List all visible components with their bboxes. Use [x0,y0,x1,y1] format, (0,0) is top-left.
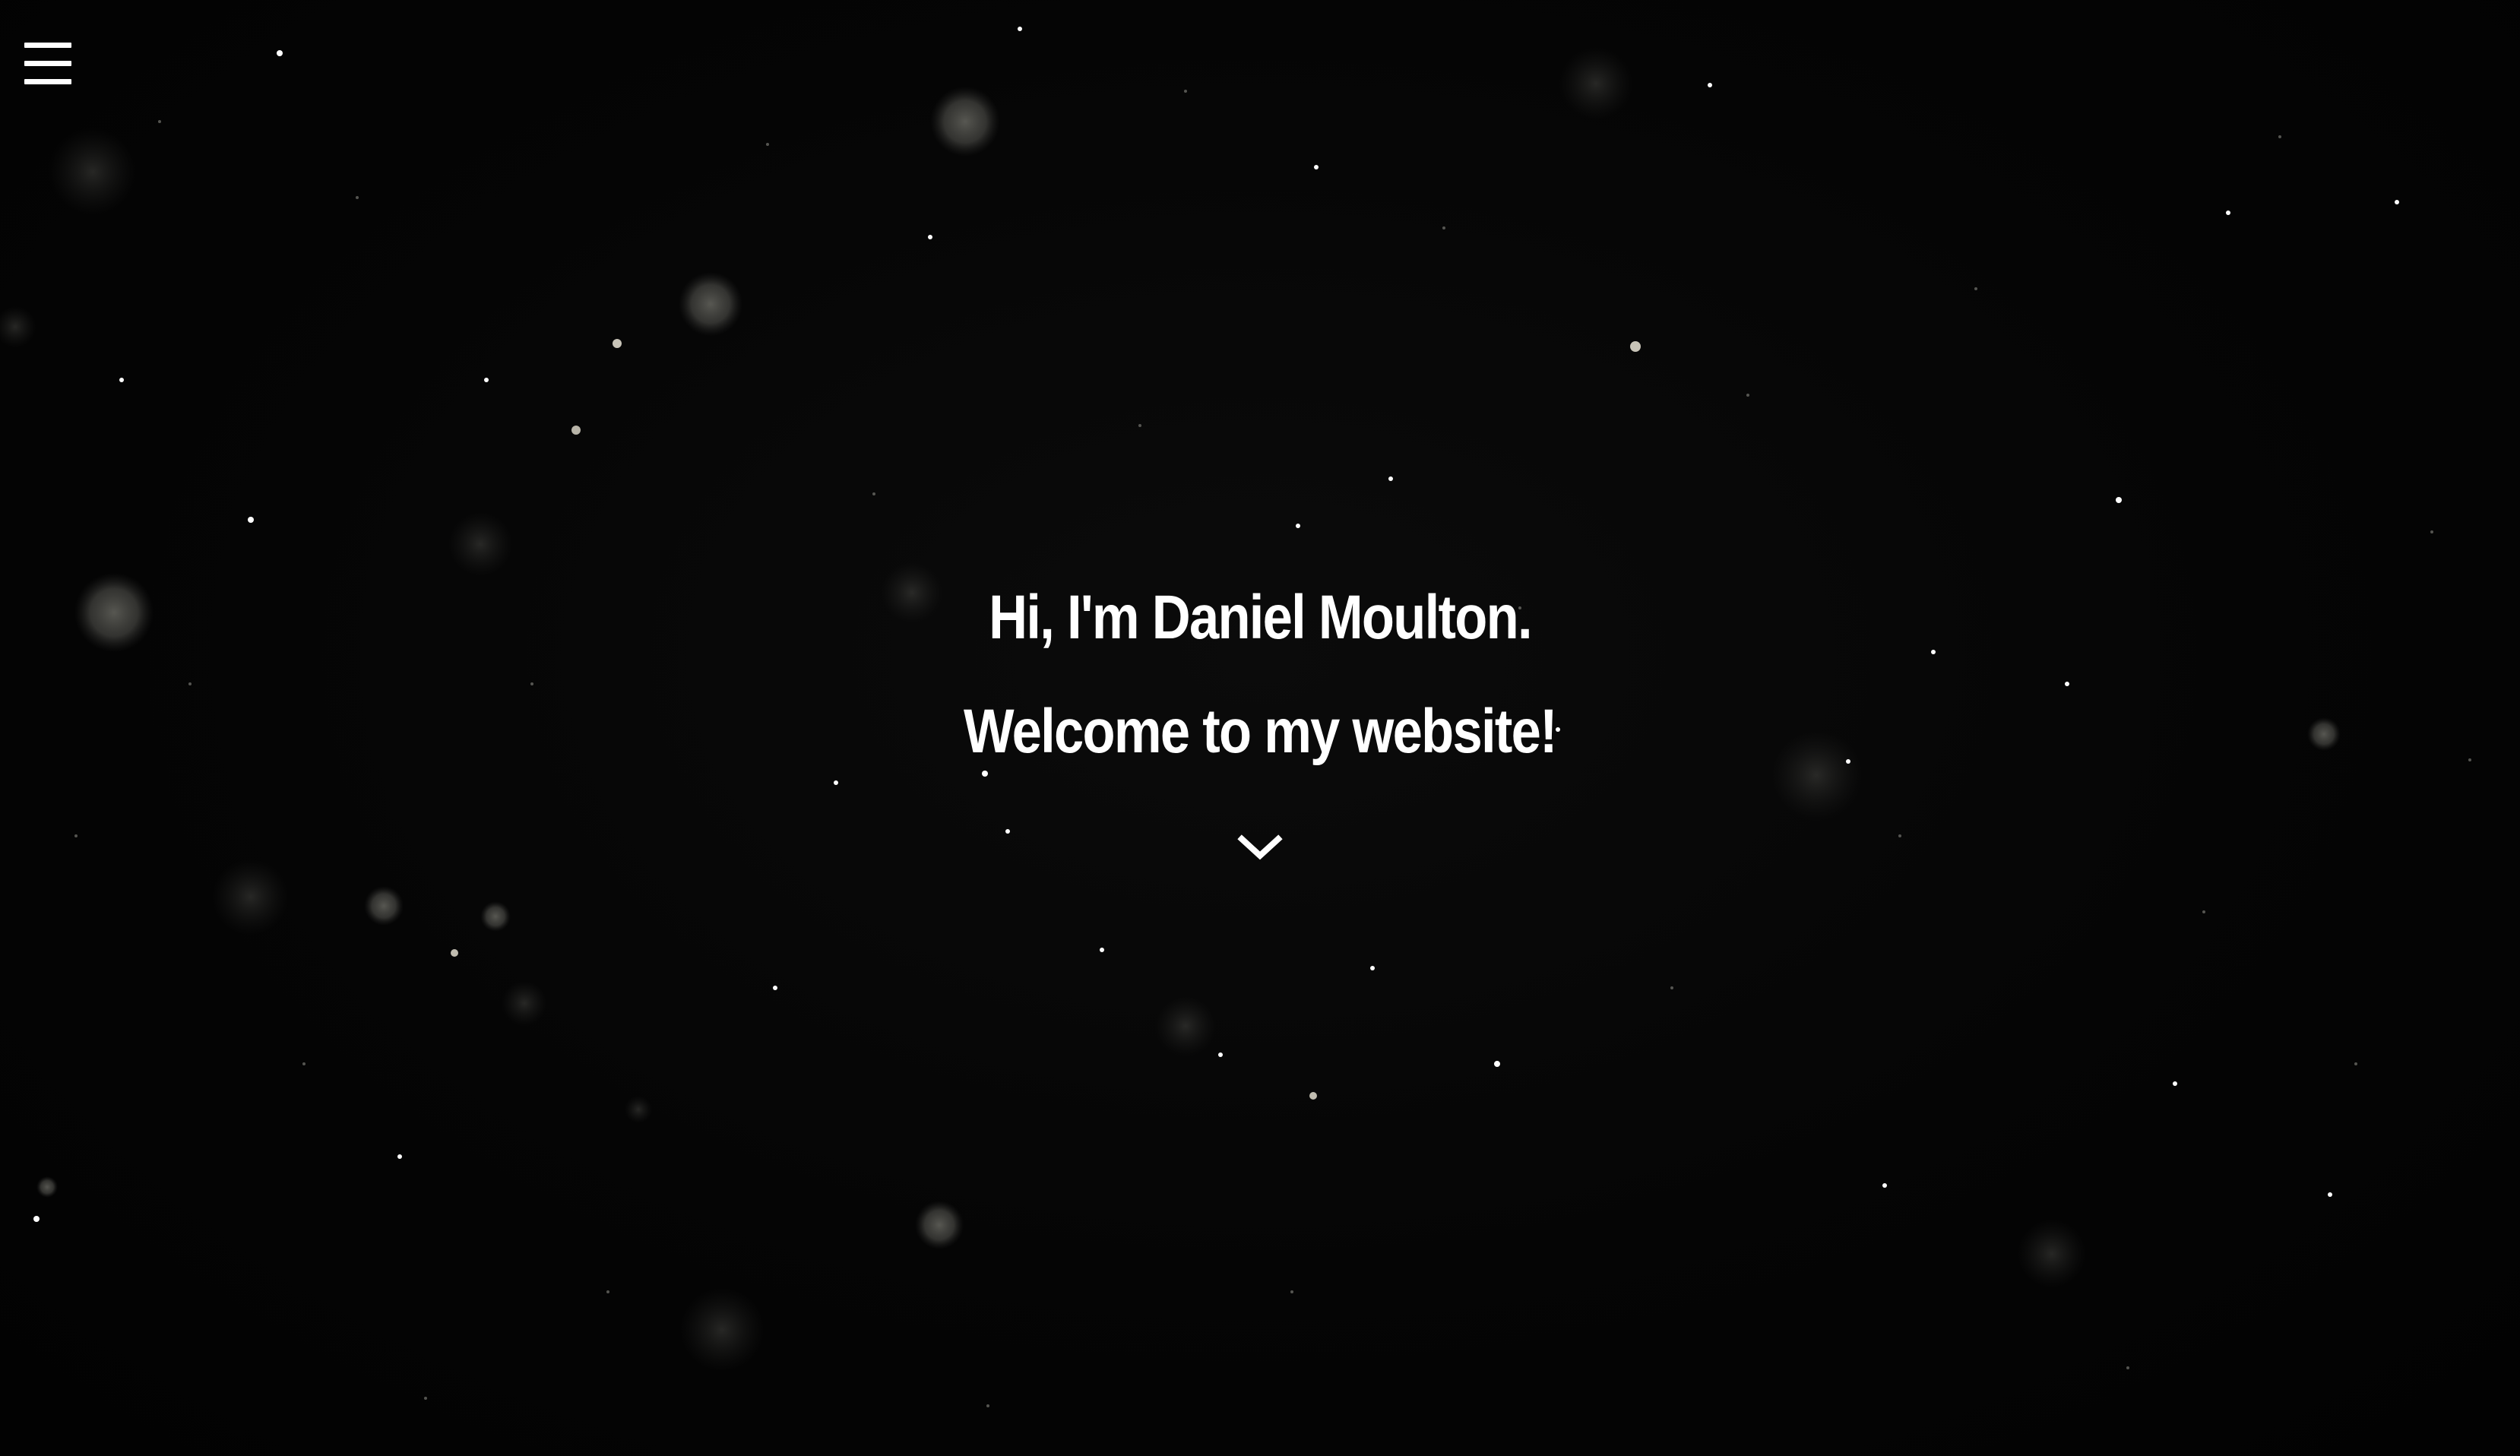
menu-bar [24,79,71,84]
hamburger-menu-icon[interactable] [24,43,71,85]
hero-heading: Hi, I'm Daniel Moulton. Welcome to my we… [0,561,2520,789]
page-root: Hi, I'm Daniel Moulton. Welcome to my we… [0,0,2520,1456]
chevron-down-icon [1237,834,1283,860]
greeting-text: Hi, I'm Daniel Moulton. [989,583,1532,652]
menu-bar [24,43,71,48]
menu-bar [24,61,71,66]
welcome-text: Welcome to my website! [964,697,1558,766]
scroll-down-button[interactable] [1237,833,1283,863]
